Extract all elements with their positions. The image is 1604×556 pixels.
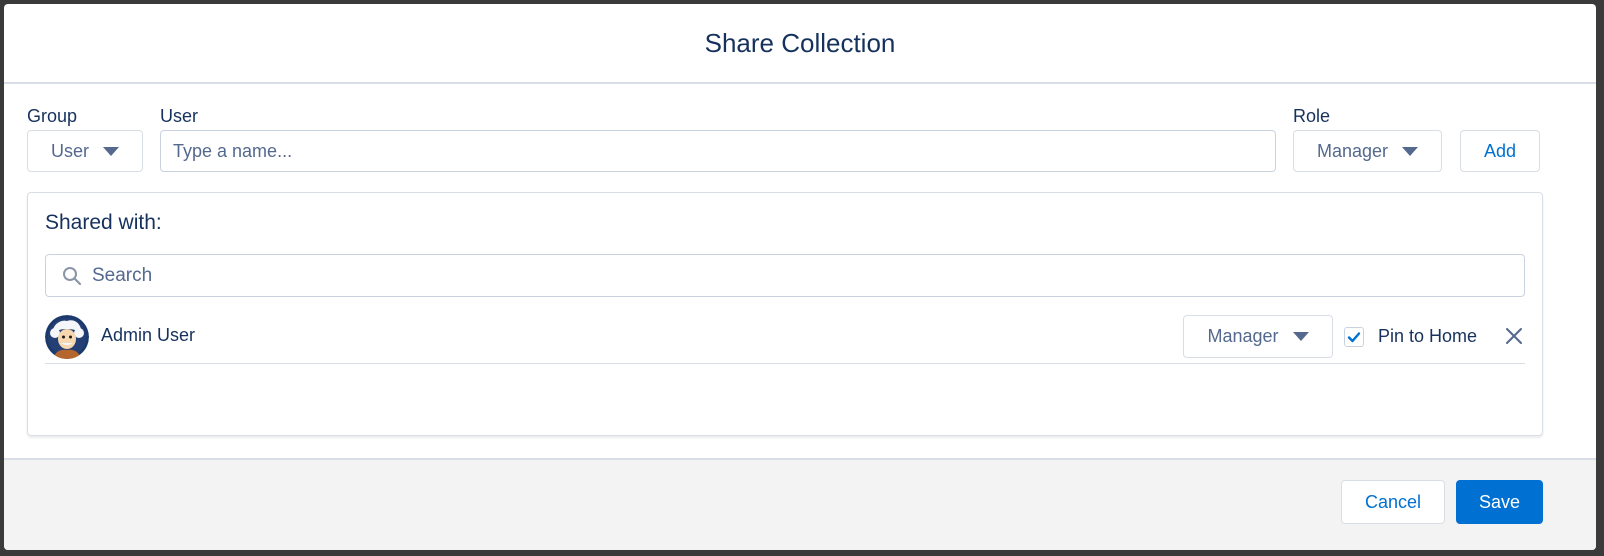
chevron-down-icon: [1292, 332, 1309, 341]
user-name-placeholder: Type a name...: [173, 140, 293, 161]
cancel-button[interactable]: Cancel: [1341, 480, 1445, 524]
pin-to-home-label: Pin to Home: [1378, 326, 1478, 346]
checkmark-icon: [1347, 332, 1361, 343]
shared-user-role-select[interactable]: Manager: [1183, 315, 1333, 358]
group-select[interactable]: User: [27, 130, 143, 172]
user-name-input[interactable]: Type a name...: [160, 130, 1276, 172]
modal-header: Share Collection: [4, 4, 1596, 84]
search-icon: [63, 266, 82, 285]
shared-search-input[interactable]: Search: [45, 254, 1525, 297]
group-label: Group: [27, 106, 78, 126]
shared-with-panel: Shared with: Search Admin User Manager P…: [27, 192, 1543, 436]
einstein-avatar-icon: [45, 315, 89, 359]
shared-user-row: Admin User Manager Pin to Home: [45, 311, 1525, 364]
shared-with-title: Shared with:: [45, 211, 162, 234]
modal-body: Group User User Type a name... Role Mana…: [4, 84, 1596, 458]
role-select-value: Manager: [1316, 140, 1389, 161]
chevron-down-icon: [1402, 146, 1419, 156]
role-select[interactable]: Manager: [1293, 130, 1442, 172]
share-collection-modal: Share Collection Group User User Type a …: [4, 4, 1596, 550]
close-icon[interactable]: [1503, 325, 1525, 347]
shared-user-role-value: Manager: [1207, 326, 1279, 346]
user-label: User: [160, 106, 199, 126]
chevron-down-icon: [103, 146, 119, 156]
search-placeholder: Search: [92, 264, 153, 286]
shared-user-name: Admin User: [101, 325, 196, 345]
modal-title: Share Collection: [704, 27, 896, 58]
role-label: Role: [1293, 106, 1331, 126]
pin-to-home-checkbox[interactable]: [1344, 327, 1364, 347]
modal-footer: Cancel Save: [4, 458, 1596, 550]
add-button[interactable]: Add: [1460, 130, 1540, 172]
group-select-value: User: [50, 140, 89, 161]
save-button[interactable]: Save: [1456, 480, 1543, 524]
